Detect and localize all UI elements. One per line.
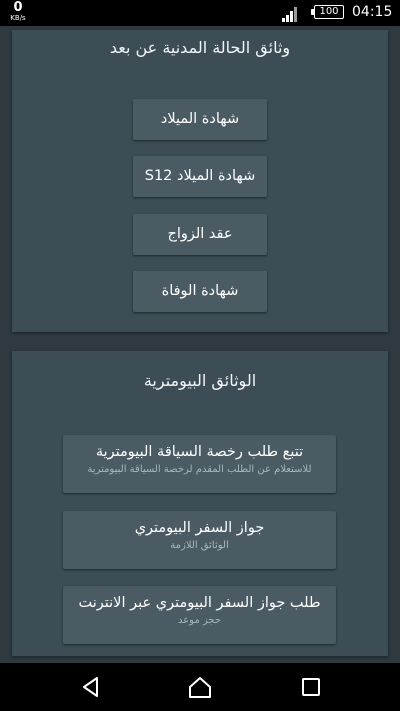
signal-strength-icon bbox=[282, 7, 297, 22]
track-driving-license-subtitle: للاستعلام عن الطلب المقدم لرخصة السياقة … bbox=[87, 464, 312, 475]
death-certificate-button[interactable]: شهادة الوفاة bbox=[133, 271, 267, 312]
civil-documents-card: وثائق الحالة المدنية عن بعد شهادة الميلا… bbox=[12, 30, 388, 332]
network-speed-value: 0 bbox=[13, 0, 23, 15]
recents-icon[interactable] bbox=[298, 674, 324, 700]
online-passport-request-button[interactable]: طلب جواز السفر البيومتري عبر الانترنت حج… bbox=[63, 586, 336, 644]
online-passport-request-label: طلب جواز السفر البيومتري عبر الانترنت bbox=[78, 595, 321, 611]
battery-icon: 100 bbox=[311, 5, 344, 19]
biometric-documents-title: الوثائق البيومترية bbox=[143, 371, 257, 390]
biometric-passport-button[interactable]: جواز السفر البيومتري الوثائق اللازمة bbox=[63, 511, 336, 569]
marriage-contract-label: عقد الزواج bbox=[167, 226, 233, 242]
birth-certificate-s12-button[interactable]: شهادة الميلاد S12 bbox=[133, 156, 267, 197]
civil-documents-title: وثائق الحالة المدنية عن بعد bbox=[109, 38, 291, 57]
status-bar: 0 KB/s 100 04:15 bbox=[0, 0, 400, 26]
home-icon[interactable] bbox=[187, 674, 213, 700]
biometric-passport-subtitle: الوثائق اللازمة bbox=[170, 540, 229, 551]
marriage-contract-button[interactable]: عقد الزواج bbox=[133, 214, 267, 255]
online-passport-request-subtitle: حجز موعد bbox=[177, 615, 222, 626]
death-certificate-label: شهادة الوفاة bbox=[161, 283, 239, 299]
track-driving-license-button[interactable]: تتبع طلب رخصة السياقة البيومترية للاستعل… bbox=[63, 435, 336, 493]
track-driving-license-label: تتبع طلب رخصة السياقة البيومترية bbox=[95, 444, 304, 460]
biometric-documents-card: الوثائق البيومترية تتبع طلب رخصة السياقة… bbox=[12, 351, 388, 656]
birth-certificate-s12-label: شهادة الميلاد S12 bbox=[144, 168, 256, 184]
navigation-bar bbox=[0, 663, 400, 711]
birth-certificate-button[interactable]: شهادة الميلاد bbox=[133, 99, 267, 140]
network-speed-unit: KB/s bbox=[10, 14, 26, 22]
clock: 04:15 bbox=[352, 4, 393, 20]
network-speed-indicator: 0 KB/s bbox=[6, 1, 30, 22]
birth-certificate-label: شهادة الميلاد bbox=[160, 111, 240, 127]
biometric-passport-label: جواز السفر البيومتري bbox=[134, 520, 265, 536]
battery-level: 100 bbox=[319, 6, 339, 17]
back-icon[interactable] bbox=[78, 674, 104, 700]
